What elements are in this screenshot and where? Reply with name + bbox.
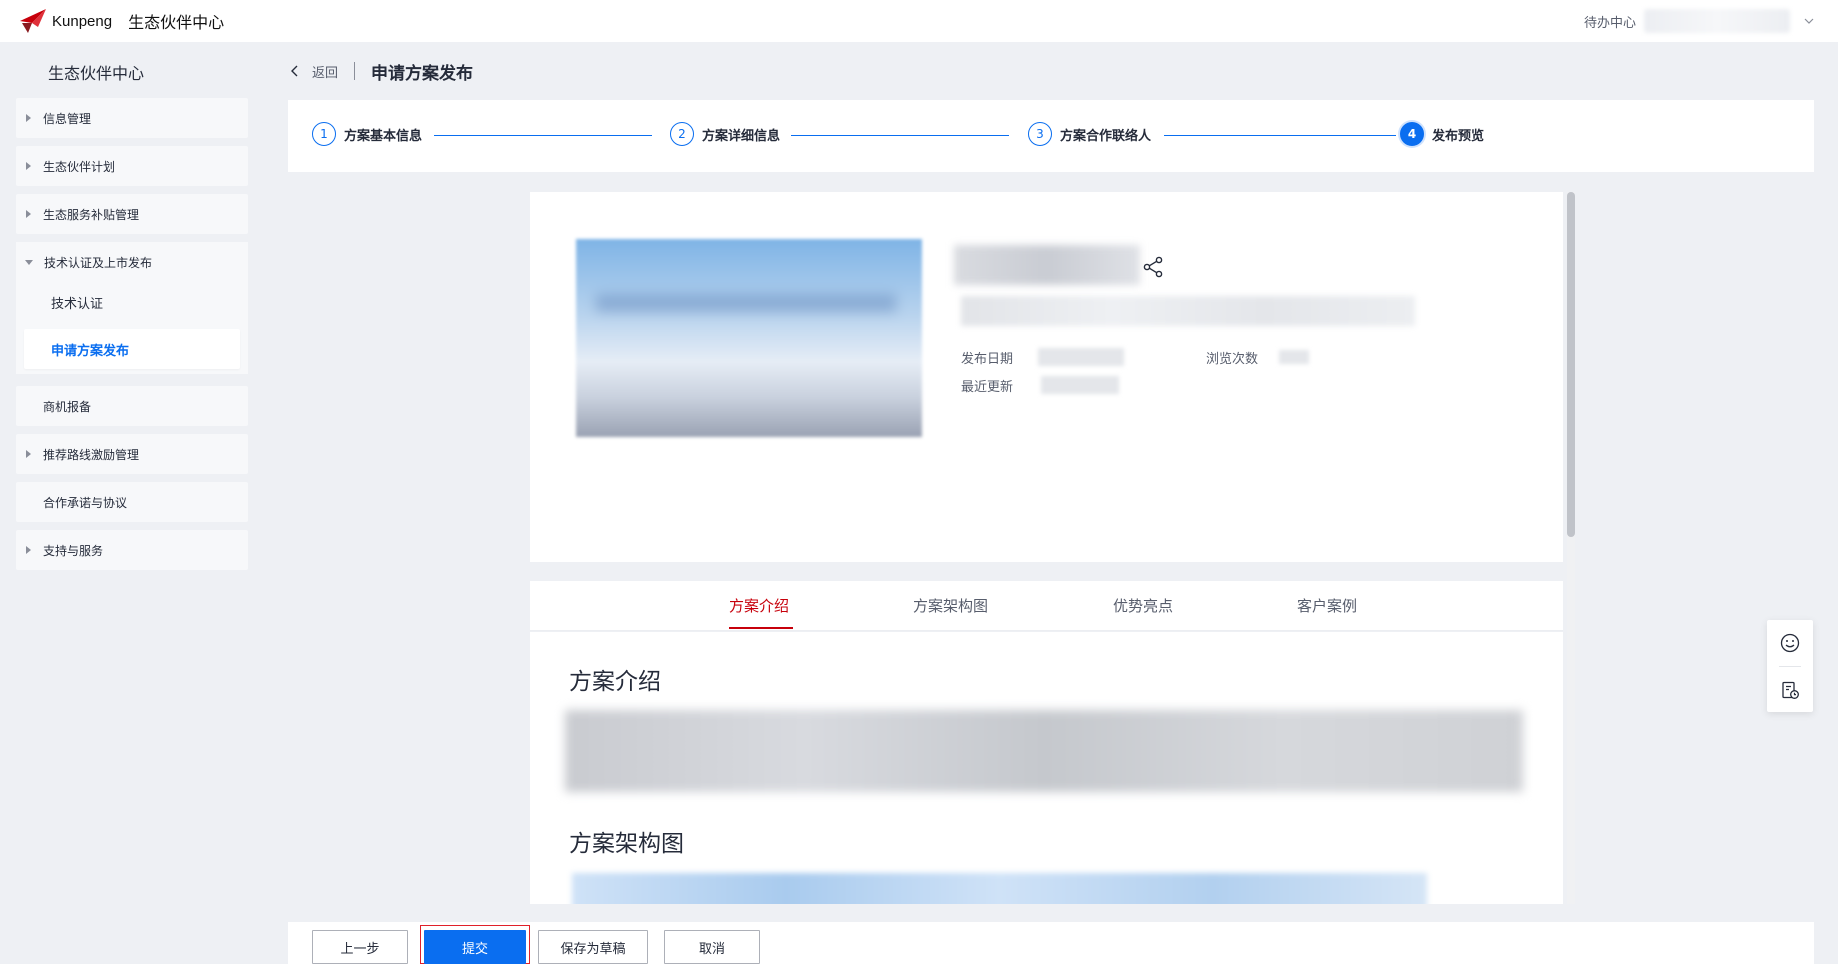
sidebar-item-label: 商机报备 [43,399,92,414]
active-tab-indicator [729,627,793,629]
back-link[interactable]: 返回 [312,62,338,81]
top-bar: Kunpeng 生态伙伴中心 待办中心 [0,0,1838,42]
sidebar-item-subsidy[interactable]: 生态服务补贴管理 [16,194,248,234]
sidebar-item-label: 生态服务补贴管理 [43,207,140,222]
publish-date-label: 发布日期 [961,352,1014,367]
section-title-architecture: 方案架构图 [569,831,684,857]
step-label: 方案详细信息 [702,128,781,144]
sidebar-item-label: 推荐路线激励管理 [43,447,140,462]
tab-customer-cases[interactable]: 客户案例 [1297,595,1357,616]
chevron-left-icon[interactable] [290,65,300,77]
step-number: 1 [312,122,336,146]
breadcrumb: 返回 申请方案发布 [290,60,474,84]
step-1[interactable]: 1 方案基本信息 [312,122,422,146]
sidebar-item-support[interactable]: 支持与服务 [16,530,248,570]
kunpeng-logo-icon [20,9,46,33]
sidebar-item-label: 技术认证及上市发布 [44,255,153,270]
sidebar-item-agreement[interactable]: 合作承诺与协议 [16,482,248,522]
step-4[interactable]: 4 发布预览 [1400,122,1484,146]
preview-scrollbar[interactable] [1567,192,1575,904]
smiley-feedback-icon[interactable] [1780,633,1800,653]
step-label: 方案基本信息 [344,128,423,144]
publish-date-value-blurred [1038,348,1124,366]
step-2[interactable]: 2 方案详细信息 [670,122,780,146]
sidebar-item-label: 信息管理 [43,111,92,126]
sidebar-item-route-incentive[interactable]: 推荐路线激励管理 [16,434,248,474]
step-number: 4 [1400,122,1424,146]
sidebar-item-info-management[interactable]: 信息管理 [16,98,248,138]
breadcrumb-divider [354,62,356,80]
caret-right-icon [26,114,31,122]
page-title: 申请方案发布 [371,63,474,84]
cancel-button[interactable]: 取消 [664,930,760,964]
solution-name-blurred [954,245,1140,285]
caret-right-icon [26,162,31,170]
step-label: 发布预览 [1432,128,1485,144]
scrollbar-thumb[interactable] [1567,192,1575,537]
sidebar-subitem-label: 技术认证 [51,296,104,312]
sidebar-item-partner-plan[interactable]: 生态伙伴计划 [16,146,248,186]
share-icon[interactable] [1142,256,1164,278]
user-name-blurred[interactable] [1644,9,1790,33]
chevron-down-icon[interactable] [1804,16,1814,26]
app-title: 生态伙伴中心 [128,13,225,32]
updated-value-blurred [1041,376,1119,394]
sidebar-item-label: 合作承诺与协议 [43,495,128,510]
release-preview[interactable]: 发布日期 浏览次数 最近更新 方案介绍 方案架构图 优势亮点 客户案例 方案介绍… [530,192,1563,904]
sidebar-title: 生态伙伴中心 [48,64,145,83]
step-number: 3 [1028,122,1052,146]
step-label: 方案合作联络人 [1060,128,1152,144]
sidebar-subitem-apply-release[interactable]: 申请方案发布 [24,329,240,369]
sidebar-item-label: 生态伙伴计划 [43,159,116,174]
submit-button[interactable]: 提交 [424,930,526,964]
caret-right-icon [26,210,31,218]
tab-architecture[interactable]: 方案架构图 [913,595,988,616]
solution-cover-image [576,239,922,437]
introduction-text-blurred [565,710,1523,792]
floating-toolbar [1767,620,1813,712]
todo-center-link[interactable]: 待办中心 [1584,12,1636,31]
views-label: 浏览次数 [1206,352,1259,367]
step-3[interactable]: 3 方案合作联络人 [1028,122,1151,146]
sidebar-subitem-tech-cert[interactable]: 技术认证 [24,282,240,322]
solution-subtitle-blurred [961,296,1415,326]
caret-down-icon [25,259,33,265]
detail-tabs: 方案介绍 方案架构图 优势亮点 客户案例 [530,581,1563,631]
detail-content: 方案介绍 方案架构图 [530,632,1563,904]
step-connector [791,135,1009,136]
progress-steps: 1 方案基本信息 2 方案详细信息 3 方案合作联络人 4 发布预览 [288,100,1814,172]
clipboard-clock-icon[interactable] [1780,680,1800,700]
step-connector [1164,135,1396,136]
brand-name: Kunpeng [52,12,113,30]
step-connector [434,135,652,136]
caret-right-icon [26,546,31,554]
previous-step-button[interactable]: 上一步 [312,930,408,964]
section-title-introduction: 方案介绍 [569,669,661,695]
sidebar-subitem-label: 申请方案发布 [51,343,130,359]
save-draft-button[interactable]: 保存为草稿 [538,930,648,964]
step-number: 2 [670,122,694,146]
architecture-image-blurred [572,873,1427,904]
kunpeng-logo[interactable]: Kunpeng [18,7,112,35]
caret-right-icon [26,450,31,458]
sidebar-item-label: 支持与服务 [43,543,104,558]
tab-highlights[interactable]: 优势亮点 [1113,595,1173,616]
toolbar-divider [1779,666,1801,667]
sidebar-item-certification-release[interactable]: 技术认证及上市发布 [16,242,248,282]
updated-label: 最近更新 [961,380,1014,395]
action-bar: 上一步 提交 保存为草稿 取消 [288,922,1814,964]
tab-introduction[interactable]: 方案介绍 [729,595,789,616]
views-value-blurred [1279,350,1309,364]
sidebar-item-opportunity[interactable]: 商机报备 [16,386,248,426]
solution-summary-card: 发布日期 浏览次数 最近更新 [530,192,1563,562]
